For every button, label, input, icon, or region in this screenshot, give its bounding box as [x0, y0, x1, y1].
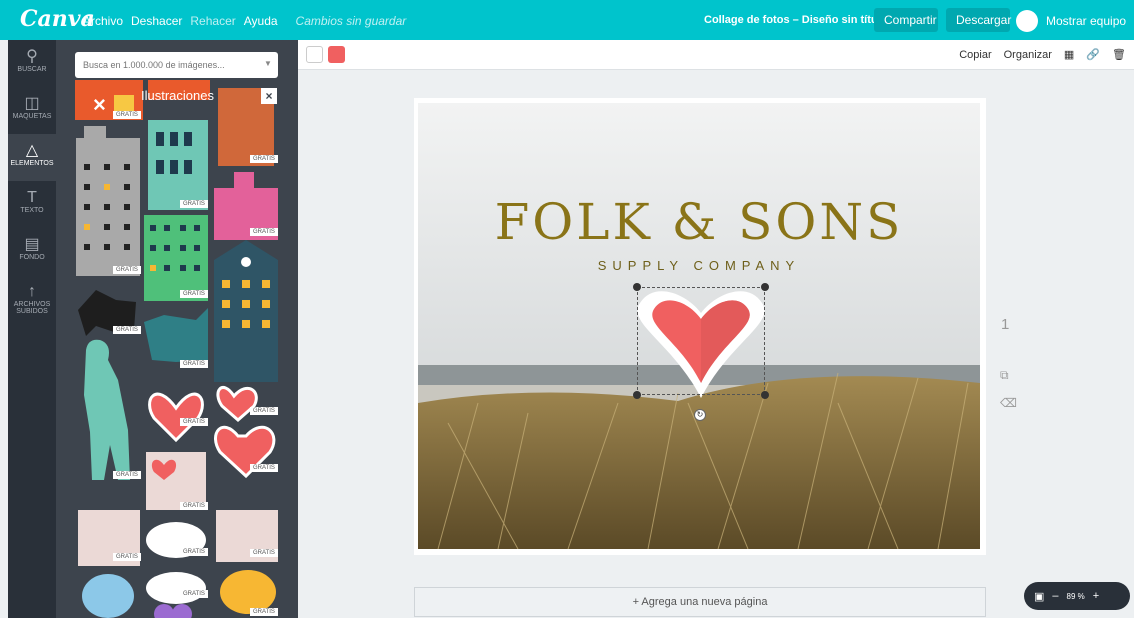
rail-item-texto[interactable]: T TEXTO [8, 181, 56, 228]
add-page-button[interactable]: + Agrega una nueva página [414, 587, 986, 617]
pink-building-top [234, 172, 254, 192]
zoom-in-button[interactable]: + [1093, 590, 1099, 602]
gratis-badge: GRATIS [180, 590, 208, 598]
gratis-badge: GRATIS [250, 407, 278, 415]
illustration-small-heart[interactable] [216, 386, 258, 422]
gratis-badge: GRATIS [180, 418, 208, 426]
pattern-icon: ▤ [24, 236, 40, 253]
selection-box [637, 287, 765, 395]
options-bar: Copiar Organizar ▦ 🔗 🗑 [298, 40, 1134, 70]
text-icon: T [27, 189, 37, 206]
gratis-badge: GRATIS [250, 155, 278, 163]
shapes-icon: △ [25, 142, 39, 159]
delete-page-icon[interactable]: ⌫ [1000, 396, 1017, 410]
resize-handle-tl[interactable] [633, 283, 641, 291]
share-button[interactable]: Compartir [874, 8, 938, 32]
elements-panel: × GRATIS GRATIS GRATIS GRATIS GRATIS GRA… [56, 40, 298, 618]
upload-arrow-icon: ↑ [28, 283, 36, 300]
menu-archivo[interactable]: Archivo [83, 14, 123, 28]
gratis-badge: GRATIS [250, 228, 278, 236]
illustration-sitting-dog[interactable] [84, 339, 130, 480]
gratis-badge: GRATIS [113, 326, 141, 334]
rotate-icon[interactable]: ↻ [694, 409, 706, 421]
close-icon[interactable]: × [261, 88, 277, 104]
headline-text[interactable]: FOLK & SONS [418, 193, 980, 251]
resize-handle-tr[interactable] [761, 283, 769, 291]
gratis-badge: GRATIS [180, 360, 208, 368]
navy-building-window-round [241, 257, 251, 267]
rail-item-buscar[interactable]: ⚲ BUSCAR [8, 40, 56, 87]
illustration-purple-shape[interactable] [154, 604, 174, 618]
duplicate-page-icon[interactable]: ⧉ [1000, 368, 1009, 383]
page-number: 1 [1001, 316, 1010, 333]
image-search-input[interactable] [75, 52, 278, 78]
dune-grass [418, 376, 980, 549]
gratis-badge: GRATIS [113, 471, 141, 479]
search-icon: ⚲ [26, 48, 38, 65]
menu-rehacer[interactable]: Rehacer [190, 14, 235, 28]
gratis-badge: GRATIS [180, 290, 208, 298]
rail-item-fondo[interactable]: ▤ FONDO [8, 228, 56, 275]
illustration-purple-shape-2[interactable] [172, 604, 192, 618]
gratis-badge: GRATIS [250, 464, 278, 472]
navy-building-windows [222, 280, 270, 328]
save-status: Cambios sin guardar [295, 14, 407, 28]
resize-handle-bl[interactable] [633, 391, 641, 399]
document-title[interactable]: Collage de fotos – Diseño sin título [704, 14, 887, 26]
top-bar: Canva Archivo Deshacer Rehacer Ayuda Cam… [0, 0, 1134, 40]
gratis-badge: GRATIS [113, 553, 141, 561]
zoom-level[interactable]: 89 % [1067, 592, 1085, 601]
rail-label: ELEMENTOS [10, 160, 54, 167]
rail-item-elementos[interactable]: △ ELEMENTOS [8, 134, 56, 181]
zoom-out-button[interactable]: – [1052, 590, 1058, 602]
chevron-down-icon[interactable]: ▼ [264, 59, 272, 68]
menu-deshacer[interactable]: Deshacer [131, 14, 182, 28]
rail-label: ARCHIVOS SUBIDOS [13, 301, 51, 315]
show-team-button[interactable]: Mostrar equipo [1016, 8, 1126, 34]
rail-label: FONDO [19, 254, 45, 261]
link-icon[interactable]: 🔗 [1086, 48, 1100, 61]
illustration-bunny-2[interactable] [146, 572, 206, 604]
rail-label: MAQUETAS [12, 113, 52, 120]
gratis-badge: GRATIS [180, 548, 208, 556]
transparency-icon[interactable]: ▦ [1064, 48, 1074, 61]
gratis-badge: GRATIS [180, 502, 208, 510]
options-actions: Copiar Organizar ▦ 🔗 🗑 [959, 48, 1126, 62]
copy-button[interactable]: Copiar [959, 49, 991, 61]
color-swatch-coral[interactable] [328, 46, 345, 63]
illustration-sign-part [114, 95, 134, 111]
rail-label: BUSCAR [17, 66, 47, 73]
rail-label: TEXTO [20, 207, 44, 214]
layout-icon: ◫ [24, 95, 40, 112]
zoom-bar: ▣ – 89 % + [1024, 582, 1130, 610]
gratis-badge: GRATIS [113, 111, 141, 119]
gratis-badge: GRATIS [250, 549, 278, 557]
avatar [1016, 10, 1038, 32]
trash-icon[interactable]: 🗑 [1112, 48, 1126, 61]
illustration-teal-dog[interactable] [144, 308, 208, 362]
illustration-blue-bird[interactable] [82, 574, 134, 618]
rail-item-maquetas[interactable]: ◫ MAQUETAS [8, 87, 56, 134]
show-team-label: Mostrar equipo [1046, 14, 1127, 28]
side-rail: ⚲ BUSCAR ◫ MAQUETAS △ ELEMENTOS T TEXTO … [8, 40, 56, 618]
arrange-button[interactable]: Organizar [1004, 49, 1052, 61]
subline-text[interactable]: SUPPLY COMPANY [418, 258, 980, 273]
gratis-badge: GRATIS [113, 266, 141, 274]
color-swatch-white[interactable] [306, 46, 323, 63]
gratis-badge: GRATIS [180, 200, 208, 208]
x-mark-icon: × [93, 92, 106, 117]
main-menu: Archivo Deshacer Rehacer Ayuda Cambios s… [83, 14, 406, 28]
gratis-badge: GRATIS [250, 608, 278, 616]
illustrations-grid: × [75, 80, 278, 618]
category-label: Ilustraciones [141, 88, 214, 103]
present-icon[interactable]: ▣ [1034, 590, 1044, 603]
rail-item-archivos[interactable]: ↑ ARCHIVOS SUBIDOS [8, 275, 56, 322]
building-chimney [84, 126, 106, 140]
resize-handle-br[interactable] [761, 391, 769, 399]
download-button[interactable]: Descargar [946, 8, 1011, 32]
menu-ayuda[interactable]: Ayuda [244, 14, 278, 28]
